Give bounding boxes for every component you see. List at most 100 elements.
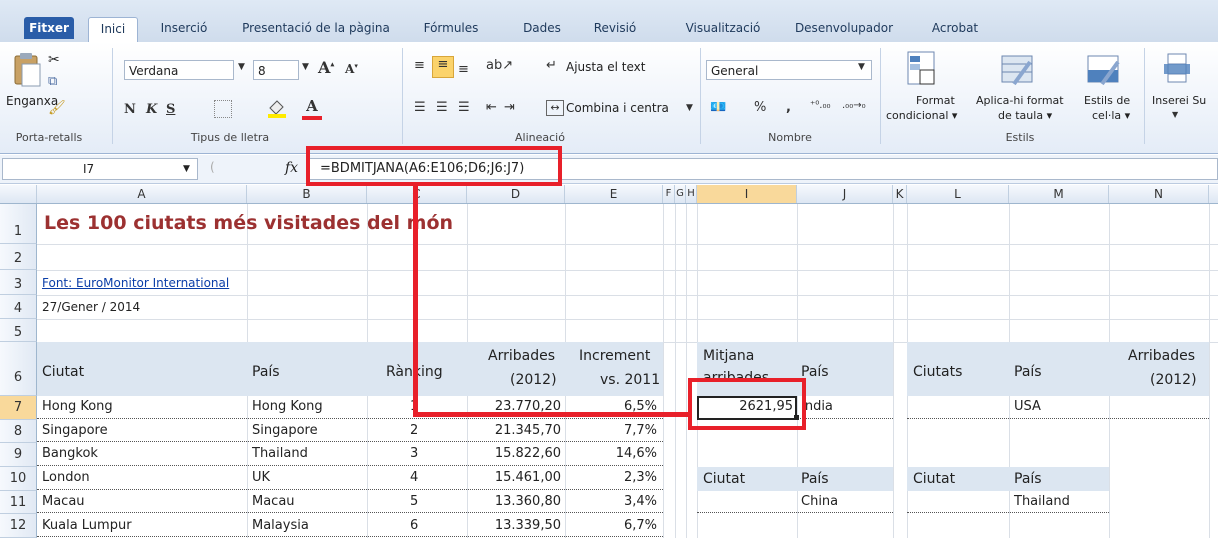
tab-view[interactable]: Visualització [672, 17, 774, 39]
row-header-5[interactable]: 5 [0, 319, 37, 342]
column-header-D[interactable]: D [467, 185, 565, 203]
header-pais[interactable]: País [252, 364, 280, 380]
wrap-text-button[interactable]: Ajusta el text [566, 60, 646, 74]
cell-increment[interactable]: 6,7% [565, 518, 657, 533]
align-right-icon[interactable]: ☰ [458, 100, 470, 115]
source-link[interactable]: Font: EuroMonitor International [42, 276, 229, 290]
column-header-E[interactable]: E [565, 185, 663, 203]
row-header-1[interactable]: 1 [0, 204, 37, 244]
criteria2-header-pais[interactable]: País [1014, 364, 1042, 380]
criteria1-header-mitjana[interactable]: Mitjana [703, 348, 754, 364]
cell-arrivals[interactable]: 13.339,50 [467, 518, 561, 533]
cell-styles-label[interactable]: Estils de [1084, 94, 1130, 107]
font-color-icon[interactable]: A [302, 98, 322, 120]
tab-page-layout[interactable]: Presentació de la pàgina [232, 17, 400, 39]
criteria4-header-pais[interactable]: País [1014, 471, 1042, 487]
align-bottom-icon[interactable]: ≡ [458, 62, 469, 77]
cut-icon[interactable]: ✂ [48, 52, 66, 68]
decrease-decimal-icon[interactable]: .₀₀→₀ [842, 100, 866, 111]
chevron-down-icon[interactable]: ▼ [238, 62, 245, 72]
underline-button[interactable]: S [166, 102, 175, 117]
format-as-table-label[interactable]: Aplica-hi format [976, 94, 1064, 107]
row-header-7[interactable]: 7 [0, 396, 37, 420]
cell-styles-icon[interactable] [1086, 50, 1120, 88]
tab-file[interactable]: Fitxer [24, 17, 74, 39]
criteria2-header-arribades[interactable]: Arribades [1128, 348, 1195, 364]
tab-insert[interactable]: Inserció [152, 17, 216, 39]
cell-country[interactable]: Hong Kong [252, 399, 323, 414]
insert-cells-icon[interactable] [1162, 52, 1192, 86]
comma-button[interactable]: , [786, 100, 791, 115]
number-format-combo[interactable]: General [706, 60, 872, 80]
row-header-4[interactable]: 4 [0, 295, 37, 319]
criteria4-header-ciutat[interactable]: Ciutat [913, 471, 955, 487]
cell-country[interactable]: Malaysia [252, 518, 309, 533]
column-header-J[interactable]: J [797, 185, 893, 203]
paste-label[interactable]: Enganxa [6, 94, 58, 108]
tab-formulas[interactable]: Fórmules [418, 17, 484, 39]
conditional-format-label[interactable]: Format [916, 94, 955, 107]
insert-cells-label[interactable]: Inserei Su [1152, 94, 1206, 107]
cell-arrivals[interactable]: 15.461,00 [467, 470, 561, 485]
row-header-6[interactable]: 6 [0, 342, 37, 396]
cell-country[interactable]: UK [252, 470, 270, 485]
column-header-F[interactable]: F [663, 185, 675, 203]
cell-country[interactable]: Singapore [252, 423, 318, 438]
tab-home[interactable]: Inici [88, 17, 138, 42]
column-header-N[interactable]: N [1109, 185, 1209, 203]
cell-rank[interactable]: 3 [410, 446, 418, 461]
select-all-corner[interactable] [0, 185, 37, 203]
row-header-12[interactable]: 12 [0, 514, 37, 538]
cell-arrivals[interactable]: 21.345,70 [467, 423, 561, 438]
row-header-9[interactable]: 9 [0, 443, 37, 467]
cell-city[interactable]: Macau [42, 494, 85, 509]
conditional-format-icon[interactable] [906, 50, 938, 88]
header-increment[interactable]: Increment [579, 348, 650, 364]
column-header-M[interactable]: M [1009, 185, 1109, 203]
criteria2-header-ciutats[interactable]: Ciutats [913, 364, 962, 380]
font-size-combo[interactable]: 8 [253, 60, 299, 80]
chevron-down-icon[interactable]: ▼ [858, 62, 865, 72]
cell-country[interactable]: Thailand [252, 446, 308, 461]
column-header-B[interactable]: B [247, 185, 367, 203]
header-arribades[interactable]: Arribades [488, 348, 555, 364]
insert-function-icon[interactable]: fx [285, 160, 298, 176]
header-increment-sub[interactable]: vs. 2011 [600, 372, 660, 388]
font-name-combo[interactable]: Verdana [124, 60, 234, 80]
row-header-2[interactable]: 2 [0, 244, 37, 270]
merge-center-button[interactable]: Combina i centra [566, 101, 669, 115]
decrease-indent-icon[interactable]: ⇤ [486, 100, 497, 115]
cell-rank[interactable]: 4 [410, 470, 418, 485]
row-header-8[interactable]: 8 [0, 420, 37, 443]
tab-data[interactable]: Dades [516, 17, 568, 39]
criteria3-country[interactable]: China [801, 494, 838, 509]
align-middle-icon[interactable]: ≡ [432, 56, 454, 78]
column-header-K[interactable]: K [893, 185, 907, 203]
cell-city[interactable]: Kuala Lumpur [42, 518, 132, 533]
wrap-text-icon[interactable]: ↵ [546, 58, 557, 73]
chevron-down-icon[interactable]: ▼ [302, 62, 309, 72]
criteria3-header-ciutat[interactable]: Ciutat [703, 471, 745, 487]
align-left-icon[interactable]: ☰ [414, 100, 426, 115]
orientation-icon[interactable]: ab↗ [486, 58, 513, 73]
increase-decimal-icon[interactable]: ⁺⁰.₀₀ [810, 100, 830, 111]
cell-rank[interactable]: 5 [410, 494, 418, 509]
cell-increment[interactable]: 14,6% [565, 446, 657, 461]
cell-arrivals[interactable]: 13.360,80 [467, 494, 561, 509]
row-header-3[interactable]: 3 [0, 270, 37, 295]
format-as-table-label-2[interactable]: de taula ▾ [998, 109, 1052, 122]
cell-city[interactable]: Singapore [42, 423, 108, 438]
tab-developer[interactable]: Desenvolupador [786, 17, 902, 39]
merge-icon[interactable]: ↔ [546, 100, 564, 116]
chevron-down-icon[interactable]: ▼ [1172, 110, 1178, 119]
fill-color-icon[interactable] [266, 98, 288, 118]
criteria4-country[interactable]: Thailand [1014, 494, 1070, 509]
date-cell[interactable]: 27/Gener / 2014 [42, 300, 140, 314]
align-top-icon[interactable]: ≡ [414, 58, 425, 73]
format-as-table-icon[interactable] [1000, 50, 1034, 88]
cell-increment[interactable]: 3,4% [565, 494, 657, 509]
row-header-10[interactable]: 10 [0, 467, 37, 491]
cell-increment[interactable]: 2,3% [565, 470, 657, 485]
grow-font-icon[interactable]: A▴ [318, 58, 334, 77]
cell-country[interactable]: Macau [252, 494, 295, 509]
